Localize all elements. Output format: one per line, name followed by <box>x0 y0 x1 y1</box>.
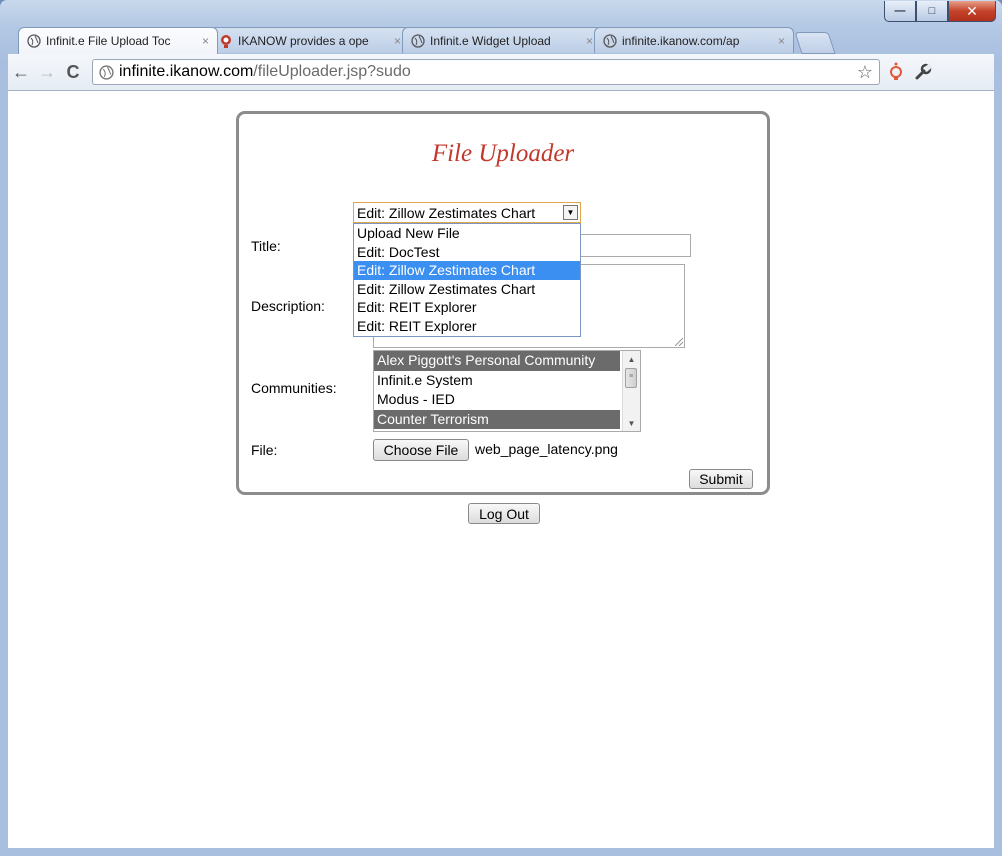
dropdown-option-highlighted[interactable]: Edit: Zillow Zestimates Chart <box>354 261 580 280</box>
dropdown-option[interactable]: Upload New File <box>354 224 580 243</box>
tab-close-icon[interactable]: × <box>394 34 401 48</box>
ikanow-logo-icon <box>219 34 233 48</box>
file-select-value: Edit: Zillow Zestimates Chart <box>357 204 536 221</box>
tab-ikanow[interactable]: IKANOW provides a ope × <box>210 27 410 53</box>
tab-close-icon[interactable]: × <box>586 34 593 48</box>
reload-icon[interactable]: C <box>60 59 86 85</box>
dropdown-option[interactable]: Edit: Zillow Zestimates Chart <box>354 280 580 299</box>
page-globe-icon <box>99 64 114 80</box>
choose-file-button[interactable]: Choose File <box>373 439 469 461</box>
listbox-scrollbar[interactable]: ▲ ≡ ▼ <box>622 351 640 431</box>
minimize-button[interactable]: — <box>884 1 916 22</box>
maximize-button[interactable]: □ <box>916 1 948 22</box>
file-select-dropdown: Upload New File Edit: DocTest Edit: Zill… <box>353 223 581 337</box>
submit-button[interactable]: Submit <box>689 469 753 489</box>
page-title: File Uploader <box>431 140 575 167</box>
title-label: Title: <box>251 238 281 254</box>
log-out-button[interactable]: Log Out <box>468 503 540 524</box>
scroll-up-icon[interactable]: ▲ <box>623 351 640 367</box>
scroll-thumb[interactable]: ≡ <box>625 368 637 388</box>
globe-icon <box>27 34 41 48</box>
url-path: /fileUploader.jsp?sudo <box>253 63 411 80</box>
globe-icon <box>411 33 425 48</box>
tab-ikanow-api[interactable]: infinite.ikanow.com/ap × <box>594 27 794 53</box>
browser-window: — □ ✕ Infinit.e File Upload Toc × IKANOW… <box>0 0 1002 856</box>
tab-label: Infinit.e File Upload Toc <box>46 34 171 48</box>
community-option[interactable]: Modus - IED <box>374 390 620 410</box>
tab-close-icon[interactable]: × <box>202 34 209 48</box>
scroll-down-icon[interactable]: ▼ <box>623 415 640 431</box>
uploader-panel: File Uploader Edit: Zillow Zestimates Ch… <box>236 111 770 495</box>
community-option-selected[interactable]: Alex Piggott's Personal Community <box>374 351 620 371</box>
tab-widget-upload[interactable]: Infinit.e Widget Upload × <box>402 27 602 53</box>
file-label: File: <box>251 442 278 458</box>
page-content: File Uploader Edit: Zillow Zestimates Ch… <box>8 91 994 848</box>
forward-arrow-icon[interactable]: → <box>34 59 60 85</box>
bookmark-star-icon[interactable]: ☆ <box>857 62 873 83</box>
dropdown-option[interactable]: Edit: DocTest <box>354 243 580 262</box>
new-tab-button[interactable] <box>794 32 836 54</box>
tab-label: Infinit.e Widget Upload <box>430 33 551 48</box>
globe-icon <box>603 33 617 48</box>
community-option-selected[interactable]: Counter Terrorism <box>374 409 620 429</box>
chevron-down-icon[interactable]: ▼ <box>563 205 578 220</box>
dropdown-option[interactable]: Edit: REIT Explorer <box>354 317 580 336</box>
wrench-icon[interactable] <box>914 62 932 82</box>
communities-label: Communities: <box>251 380 337 396</box>
tab-label: infinite.ikanow.com/ap <box>622 33 740 48</box>
community-option[interactable]: Infinit.e System <box>374 371 620 391</box>
communities-listbox[interactable]: Alex Piggott's Personal Community Infini… <box>373 350 641 432</box>
back-arrow-icon[interactable]: ← <box>8 59 34 85</box>
selected-file-name: web_page_latency.png <box>475 441 618 457</box>
tab-file-upload[interactable]: Infinit.e File Upload Toc × <box>18 27 218 54</box>
tab-strip: Infinit.e File Upload Toc × IKANOW provi… <box>18 27 836 54</box>
tab-label: IKANOW provides a ope <box>238 33 369 48</box>
url-host: infinite.ikanow.com <box>119 63 254 80</box>
address-bar[interactable]: infinite.ikanow.com/fileUploader.jsp?sud… <box>92 59 880 85</box>
ikanow-extension-icon[interactable] <box>888 62 904 82</box>
description-label: Description: <box>251 298 325 314</box>
resize-grip-icon[interactable] <box>675 338 683 346</box>
tab-close-icon[interactable]: × <box>778 34 785 48</box>
file-select[interactable]: Edit: Zillow Zestimates Chart ▼ <box>353 202 581 223</box>
dropdown-option[interactable]: Edit: REIT Explorer <box>354 298 580 317</box>
browser-toolbar: ← → C infinite.ikanow.com/fileUploader.j… <box>8 54 994 91</box>
window-controls: — □ ✕ <box>884 1 996 22</box>
close-window-button[interactable]: ✕ <box>948 1 996 22</box>
